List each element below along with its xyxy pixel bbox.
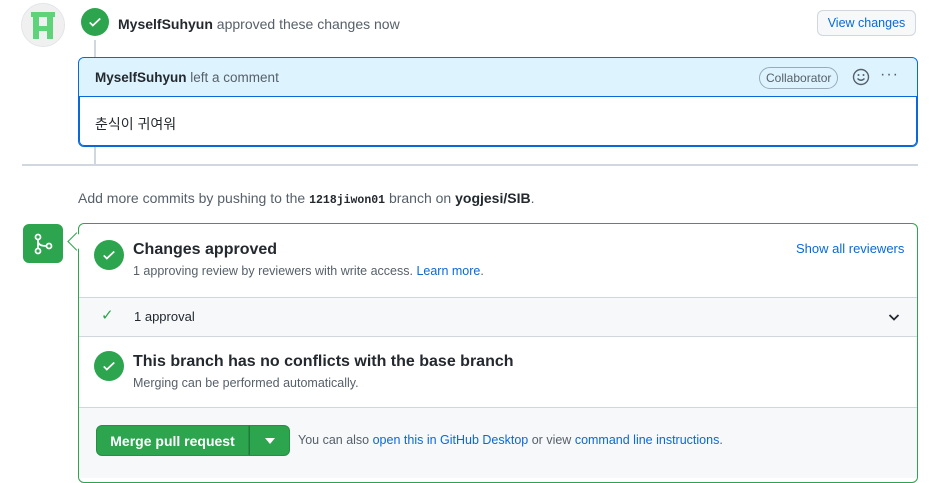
comment-action: left a comment — [190, 70, 279, 85]
note-prefix: You can also — [298, 433, 370, 447]
push-hint: Add more commits by pushing to the 1218j… — [78, 190, 534, 207]
command-line-link[interactable]: command line instructions — [575, 433, 720, 447]
review-comment: MyselfSuhyun left a comment Collaborator… — [78, 57, 918, 147]
triangle-down-icon — [264, 437, 275, 444]
hint-middle: branch on — [388, 190, 452, 206]
show-all-reviewers-link[interactable]: Show all reviewers — [796, 241, 904, 256]
approval-row[interactable] — [79, 297, 917, 337]
kebab-horizontal-icon[interactable]: ··· — [880, 66, 899, 84]
review-action: approved these changes now — [216, 16, 400, 32]
hint-prefix: Add more commits by pushing to the — [78, 190, 306, 206]
check-circle-icon — [94, 240, 124, 270]
note-middle: or view — [531, 433, 572, 447]
changes-approved-subtitle: 1 approving review by reviewers with wri… — [133, 264, 484, 278]
review-author[interactable]: MyselfSuhyun — [118, 16, 213, 32]
git-merge-icon — [23, 224, 63, 263]
changes-approved-title: Changes approved — [133, 241, 278, 258]
check-circle-icon — [94, 351, 124, 381]
merge-method-dropdown[interactable] — [249, 425, 290, 456]
approved-sub-text: 1 approving review by reviewers with wri… — [133, 264, 413, 278]
avatar[interactable] — [21, 3, 65, 47]
merge-alternatives-note: You can also open this in GitHub Desktop… — [298, 433, 723, 447]
approved-check-icon — [81, 8, 109, 36]
repo-name[interactable]: yogjesi/SIB — [455, 190, 530, 206]
timeline-divider — [22, 164, 918, 166]
merge-pull-request-button[interactable]: Merge pull request — [96, 425, 249, 456]
comment-author[interactable]: MyselfSuhyun — [95, 70, 187, 85]
check-icon: ✓ — [101, 307, 114, 324]
hint-suffix: . — [530, 190, 535, 206]
comment-body: 춘식이 귀여워 — [95, 116, 177, 132]
no-conflicts-title: This branch has no conflicts with the ba… — [133, 353, 514, 370]
review-event-text: MyselfSuhyun approved these changes now — [118, 16, 400, 32]
note-suffix: . — [719, 433, 723, 447]
collaborator-badge: Collaborator — [759, 67, 839, 89]
branch-name: 1218jiwon01 — [309, 194, 386, 207]
view-changes-button[interactable]: View changes — [817, 10, 916, 36]
approval-count: 1 approval — [134, 309, 195, 324]
comment-author-line: MyselfSuhyun left a comment — [95, 70, 279, 85]
no-conflicts-subtitle: Merging can be performed automatically. — [133, 376, 359, 390]
smiley-icon[interactable] — [852, 68, 870, 86]
github-desktop-link[interactable]: open this in GitHub Desktop — [373, 433, 529, 447]
approved-sub-suffix: . — [480, 264, 484, 278]
chevron-down-icon[interactable] — [886, 309, 902, 325]
learn-more-link[interactable]: Learn more — [416, 264, 480, 278]
